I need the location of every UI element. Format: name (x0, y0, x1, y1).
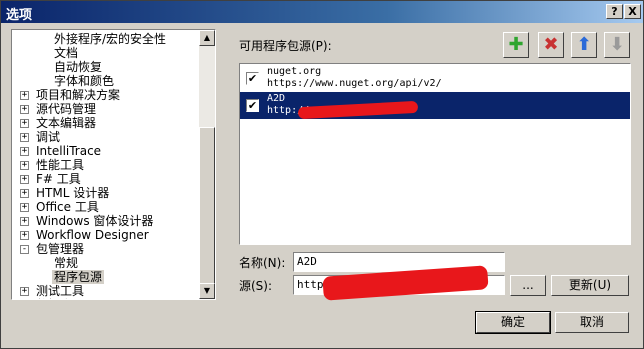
tree-item-label: 文档 (54, 46, 79, 60)
browse-button[interactable]: ... (510, 275, 546, 296)
scroll-up-button[interactable]: ▲ (199, 30, 215, 46)
source-enabled-checkbox[interactable]: ✔ (246, 99, 259, 112)
expand-icon[interactable]: + (20, 133, 29, 142)
add-icon: ✚ (508, 34, 524, 55)
tree-item-label: HTML 设计器 (36, 186, 110, 200)
source-label: 源(S): (239, 279, 273, 293)
arrow-down-icon: ⬇ (609, 34, 625, 55)
expand-icon[interactable]: + (20, 189, 29, 198)
window-title: 选项 (6, 8, 33, 23)
tree-item-label: 文本编辑器 (36, 116, 97, 130)
source-field-text: http (297, 278, 324, 291)
move-down-button[interactable]: ⬇ (604, 32, 630, 58)
expand-icon[interactable]: + (20, 217, 29, 226)
tree-item-label: 测试工具 (36, 284, 85, 298)
expand-icon[interactable]: + (20, 91, 29, 100)
tree-item-label: 程序包源 (52, 270, 105, 284)
source-name: A2D (267, 93, 286, 104)
package-sources-list: ✔ nuget.org https://www.nuget.org/api/v2… (239, 63, 631, 245)
tree-item-label: 包管理器 (36, 242, 85, 256)
source-enabled-checkbox[interactable]: ✔ (246, 72, 259, 85)
source-row[interactable]: ✔ nuget.org https://www.nuget.org/api/v2… (240, 65, 630, 92)
tree-item-label: 自动恢复 (54, 60, 103, 74)
tree-item-label: Office 工具 (36, 200, 99, 214)
tree-item-label: 项目和解决方案 (36, 88, 121, 102)
tree-item-label: 调试 (36, 130, 61, 144)
expand-icon[interactable]: + (20, 147, 29, 156)
tree-item-label: 数据库工具 (34, 298, 98, 299)
name-label: 名称(N): (239, 256, 286, 270)
sources-label: 可用程序包源(P): (239, 39, 332, 53)
tree-item-label: 常规 (54, 256, 79, 270)
expand-icon[interactable]: + (20, 105, 29, 114)
arrow-up-icon: ⬆ (576, 34, 592, 55)
expand-icon[interactable]: + (20, 161, 29, 170)
help-button[interactable]: ? (606, 4, 623, 19)
ok-button[interactable]: 确定 (475, 311, 551, 334)
tree-item-label: IntelliTrace (36, 144, 102, 158)
tree-item-label: 外接程序/宏的安全性 (54, 32, 167, 46)
options-dialog: 选项 ? X 外接程序/宏的安全性 文档 自动恢复 字体和颜色 + 项目和解决方案 + 源代码… (0, 0, 644, 349)
remove-source-button[interactable]: ✖ (538, 32, 564, 58)
expand-icon[interactable]: + (20, 203, 29, 212)
options-tree: 外接程序/宏的安全性 文档 自动恢复 字体和颜色 + 项目和解决方案 + 源代码管理 + 文本编辑… (11, 29, 216, 300)
update-button[interactable]: 更新(U) (551, 275, 629, 296)
scroll-down-button[interactable]: ▼ (199, 283, 215, 299)
source-name: nuget.org (267, 66, 322, 77)
expand-icon[interactable]: + (20, 119, 29, 128)
tree-item-label: 性能工具 (36, 158, 85, 172)
source-row-selected[interactable]: ✔ A2D http:// nuget (240, 92, 630, 120)
expand-icon[interactable]: + (20, 287, 29, 296)
redaction-mark (297, 100, 419, 120)
tree-scrollbar[interactable]: ▲ ▼ (199, 30, 215, 299)
expand-icon[interactable]: + (20, 175, 29, 184)
tree-item-label: Workflow Designer (36, 228, 149, 242)
tree-item-label: 字体和颜色 (54, 74, 115, 88)
add-source-button[interactable]: ✚ (503, 32, 529, 58)
tree-item-label: 源代码管理 (36, 102, 97, 116)
tree-item-label: Windows 窗体设计器 (36, 214, 154, 228)
scroll-thumb[interactable] (199, 127, 215, 297)
tree-item-label: F# 工具 (36, 172, 81, 186)
source-url: https://www.nuget.org/api/v2/ (267, 78, 442, 89)
move-up-button[interactable]: ⬆ (571, 32, 597, 58)
close-button[interactable]: X (624, 4, 641, 19)
expand-icon[interactable]: + (20, 231, 29, 240)
cancel-button[interactable]: 取消 (555, 312, 629, 333)
collapse-icon[interactable]: - (20, 245, 29, 254)
tree-list: 外接程序/宏的安全性 文档 自动恢复 字体和颜色 + 项目和解决方案 + 源代码管理 + 文本编辑… (12, 30, 199, 299)
remove-icon: ✖ (543, 34, 559, 55)
title-bar: 选项 ? X (1, 1, 643, 23)
